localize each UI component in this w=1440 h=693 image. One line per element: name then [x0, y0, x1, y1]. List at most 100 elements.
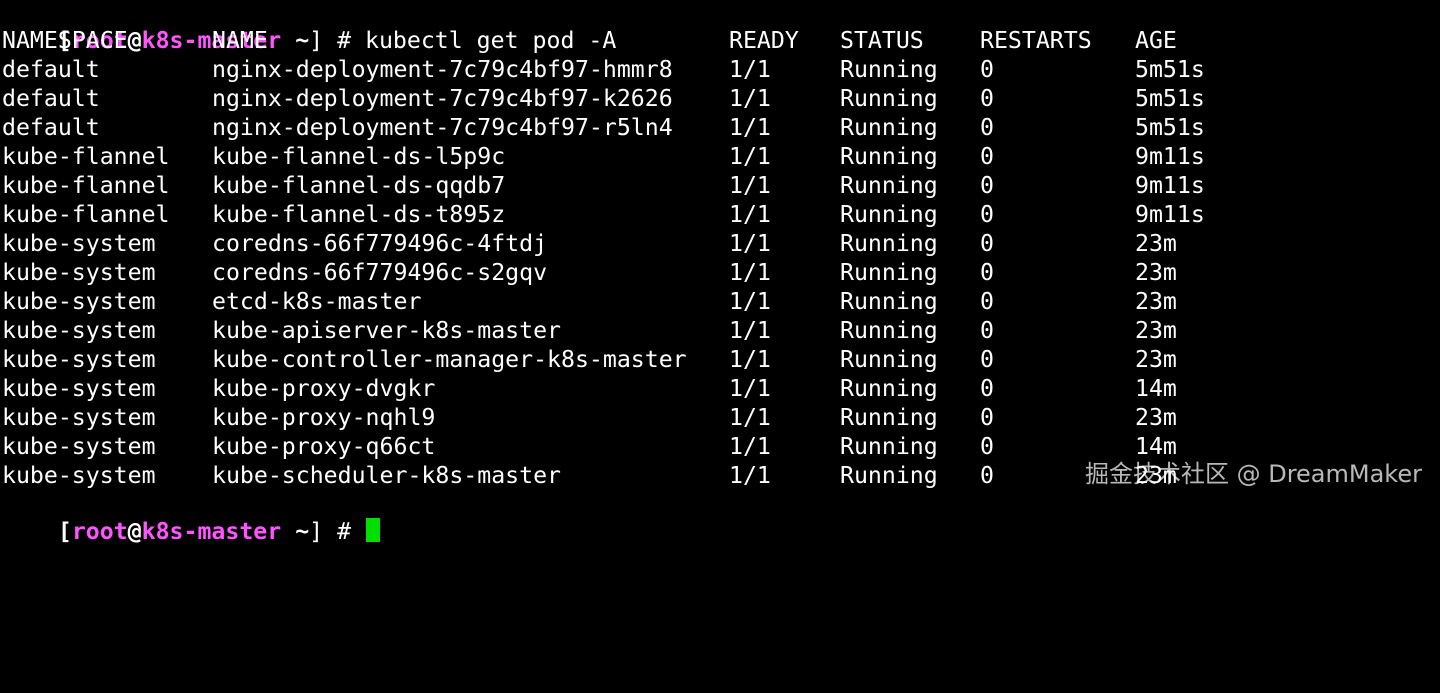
cell-status: Running — [840, 172, 938, 199]
cell-restarts: 0 — [980, 143, 994, 170]
cell-status: Running — [840, 288, 938, 315]
watermark: 掘金技术社区 @ DreamMaker — [1084, 460, 1422, 488]
cell-name: kube-proxy-nqhl9 — [212, 404, 436, 431]
command-line: [root@k8s-master ~] # kubectl get pod -A — [2, 0, 616, 54]
cell-restarts: 0 — [980, 230, 994, 257]
cell-ready: 1/1 — [729, 317, 771, 344]
prompt-dir: ~ — [281, 518, 310, 545]
cell-name: coredns-66f779496c-s2gqv — [212, 259, 548, 286]
cell-status: Running — [840, 404, 938, 431]
cell-restarts: 0 — [980, 288, 994, 315]
cell-name: etcd-k8s-master — [212, 288, 422, 315]
cell-namespace: kube-system — [2, 317, 156, 344]
prompt-close: ] # — [309, 518, 365, 545]
cell-namespace: kube-system — [2, 259, 156, 286]
cell-age: 23m — [1135, 317, 1177, 344]
cell-age: 9m11s — [1135, 143, 1205, 170]
table-row: kube-flannel kube-flannel-ds-t895z 1/1 R… — [2, 200, 1205, 229]
prompt-open-bracket: [ — [57, 518, 72, 545]
cell-ready: 1/1 — [729, 56, 771, 83]
prompt-line[interactable]: [root@k8s-master ~] # — [2, 488, 380, 545]
cell-status: Running — [840, 143, 938, 170]
cell-name: kube-flannel-ds-qqdb7 — [212, 172, 506, 199]
header-ready: READY — [729, 27, 799, 54]
prompt-at: @ — [127, 518, 142, 545]
cell-status: Running — [840, 375, 938, 402]
cell-restarts: 0 — [980, 346, 994, 373]
cell-status: Running — [840, 230, 938, 257]
cell-name: nginx-deployment-7c79c4bf97-hmmr8 — [212, 56, 673, 83]
cell-status: Running — [840, 85, 938, 112]
prompt-close: ] # — [309, 27, 365, 54]
prompt-at: @ — [127, 27, 142, 54]
header-name: NAME — [212, 27, 268, 54]
cell-age: 9m11s — [1135, 201, 1205, 228]
cell-age: 23m — [1135, 404, 1177, 431]
cell-name: kube-flannel-ds-l5p9c — [212, 143, 506, 170]
cell-namespace: default — [2, 56, 100, 83]
cell-namespace: kube-system — [2, 346, 156, 373]
header-restarts: RESTARTS — [980, 27, 1092, 54]
cell-ready: 1/1 — [729, 404, 771, 431]
table-row: kube-system kube-scheduler-k8s-master 1/… — [2, 461, 1177, 490]
cell-ready: 1/1 — [729, 288, 771, 315]
table-row: kube-system kube-proxy-nqhl9 1/1 Running… — [2, 403, 1177, 432]
cell-namespace: kube-flannel — [2, 201, 170, 228]
cell-restarts: 0 — [980, 404, 994, 431]
cell-namespace: kube-flannel — [2, 143, 170, 170]
cell-name: kube-flannel-ds-t895z — [212, 201, 506, 228]
header-status: STATUS — [840, 27, 924, 54]
text-cursor[interactable] — [366, 518, 380, 542]
cell-status: Running — [840, 114, 938, 141]
table-row: kube-system kube-proxy-dvgkr 1/1 Running… — [2, 374, 1177, 403]
table-row: kube-system kube-controller-manager-k8s-… — [2, 345, 1177, 374]
cell-age: 23m — [1135, 288, 1177, 315]
cell-ready: 1/1 — [729, 143, 771, 170]
table-row: kube-system kube-proxy-q66ct 1/1 Running… — [2, 432, 1177, 461]
cell-namespace: kube-system — [2, 288, 156, 315]
cell-namespace: kube-system — [2, 433, 156, 460]
cell-restarts: 0 — [980, 259, 994, 286]
cell-name: kube-proxy-q66ct — [212, 433, 436, 460]
cell-namespace: kube-system — [2, 375, 156, 402]
header-age: AGE — [1135, 27, 1177, 54]
cell-name: kube-apiserver-k8s-master — [212, 317, 562, 344]
table-row: kube-flannel kube-flannel-ds-l5p9c 1/1 R… — [2, 142, 1205, 171]
table-row: default nginx-deployment-7c79c4bf97-hmmr… — [2, 55, 1205, 84]
cell-restarts: 0 — [980, 433, 994, 460]
table-row: kube-system coredns-66f779496c-4ftdj 1/1… — [2, 229, 1177, 258]
cell-name: nginx-deployment-7c79c4bf97-r5ln4 — [212, 114, 673, 141]
cell-status: Running — [840, 433, 938, 460]
cell-restarts: 0 — [980, 317, 994, 344]
terminal-window[interactable]: [root@k8s-master ~] # kubectl get pod -A… — [0, 0, 1440, 545]
cell-name: coredns-66f779496c-4ftdj — [212, 230, 548, 257]
cell-ready: 1/1 — [729, 201, 771, 228]
prompt-user: root — [71, 518, 128, 545]
cell-status: Running — [840, 259, 938, 286]
cell-restarts: 0 — [980, 114, 994, 141]
cell-name: kube-proxy-dvgkr — [212, 375, 436, 402]
cell-status: Running — [840, 201, 938, 228]
cell-ready: 1/1 — [729, 172, 771, 199]
cell-restarts: 0 — [980, 375, 994, 402]
cell-ready: 1/1 — [729, 375, 771, 402]
table-row: kube-flannel kube-flannel-ds-qqdb7 1/1 R… — [2, 171, 1205, 200]
cell-status: Running — [840, 56, 938, 83]
table-row: default nginx-deployment-7c79c4bf97-k262… — [2, 84, 1205, 113]
cell-age: 14m — [1135, 375, 1177, 402]
cell-restarts: 0 — [980, 462, 994, 489]
cell-status: Running — [840, 346, 938, 373]
cell-age: 5m51s — [1135, 56, 1205, 83]
table-header: NAMESPACE NAME READY STATUS RESTARTS AGE — [2, 26, 1177, 55]
table-row: kube-system kube-apiserver-k8s-master 1/… — [2, 316, 1177, 345]
cell-ready: 1/1 — [729, 230, 771, 257]
cell-name: nginx-deployment-7c79c4bf97-k2626 — [212, 85, 673, 112]
cell-restarts: 0 — [980, 172, 994, 199]
cell-namespace: kube-flannel — [2, 172, 170, 199]
cell-ready: 1/1 — [729, 114, 771, 141]
prompt-dir: ~ — [281, 27, 310, 54]
command-text: kubectl get pod -A — [365, 27, 617, 54]
prompt-host: k8s-master — [141, 518, 282, 545]
cell-name: kube-scheduler-k8s-master — [212, 462, 562, 489]
header-namespace: NAMESPACE — [2, 27, 128, 54]
